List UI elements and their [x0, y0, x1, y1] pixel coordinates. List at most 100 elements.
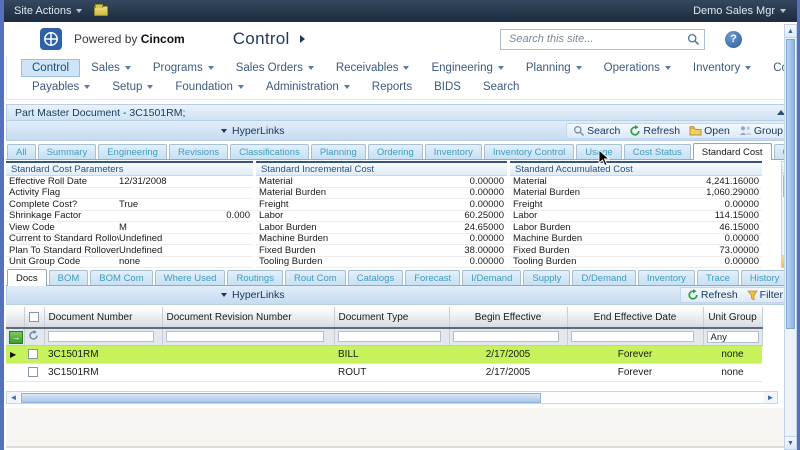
tab-all[interactable]: All	[7, 144, 36, 159]
tab-i-demand[interactable]: I/Demand	[462, 270, 521, 285]
hyperlinks-toggle[interactable]: HyperLinks	[221, 125, 285, 137]
button-label: Refresh	[701, 289, 738, 301]
tab-standard-cost[interactable]: Standard Cost	[693, 143, 772, 160]
filter-button[interactable]: Filter	[747, 289, 783, 301]
open-button[interactable]: Open	[689, 125, 730, 137]
tab-where-used[interactable]: Where Used	[155, 270, 226, 285]
scrollbar-thumb[interactable]	[21, 393, 541, 403]
menu-item-programs[interactable]: Programs	[142, 59, 225, 77]
menu-item-bids[interactable]: BIDS	[423, 78, 472, 96]
filter-input-document-number[interactable]	[48, 331, 155, 342]
help-icon[interactable]: ?	[725, 31, 742, 48]
horizontal-scrollbar-wrap: ◄ ►	[6, 391, 794, 404]
table-row[interactable]: 3C1501RMROUT2/17/2005Forevernone	[6, 364, 762, 382]
tab-revisions[interactable]: Revisions	[169, 144, 228, 159]
field-row: Tooling Burden0.00000	[256, 257, 507, 269]
refresh-icon	[687, 289, 699, 301]
page-scrollbar[interactable]: ▲ ▼	[784, 24, 797, 450]
chevron-down-icon	[308, 66, 314, 70]
horizontal-scrollbar[interactable]: ◄ ►	[6, 391, 778, 404]
field-row: Freight0.00000	[510, 199, 762, 211]
tab-forecast[interactable]: Forecast	[405, 270, 460, 285]
row-checkbox[interactable]	[28, 349, 38, 359]
menu-item-administration[interactable]: Administration	[255, 78, 361, 96]
menu-item-foundation[interactable]: Foundation	[164, 78, 255, 96]
tab-planning[interactable]: Planning	[311, 144, 366, 159]
search-input[interactable]	[507, 32, 687, 46]
scroll-right-icon[interactable]: ►	[764, 392, 777, 403]
menu-item-operations[interactable]: Operations	[593, 59, 682, 77]
search-button[interactable]: Search	[573, 125, 620, 137]
menu-item-payables[interactable]: Payables	[21, 78, 101, 96]
tab-catalogs[interactable]: Catalogs	[348, 270, 404, 285]
menu-item-control[interactable]: Control	[21, 59, 80, 77]
chevron-down-icon	[147, 85, 153, 89]
scroll-left-icon[interactable]: ◄	[7, 392, 20, 403]
column-header-document-revision-number[interactable]: Document Revision Number	[162, 307, 334, 328]
menu-item-receivables[interactable]: Receivables	[325, 59, 421, 77]
part-master-document-bar[interactable]: Part Master Document - 3C1501RM;	[6, 104, 794, 121]
filter-input-document-type[interactable]	[338, 331, 442, 342]
tab-routings[interactable]: Routings	[227, 270, 283, 285]
tab-trace[interactable]: Trace	[697, 270, 739, 285]
refresh-button[interactable]: Refresh	[687, 289, 738, 301]
chevron-down-icon	[84, 85, 90, 89]
chevron-down-icon	[125, 66, 131, 70]
tab-d-demand[interactable]: D/Demand	[572, 270, 635, 285]
menu-item-reports[interactable]: Reports	[361, 78, 423, 96]
menu-item-engineering[interactable]: Engineering	[420, 59, 514, 77]
menu-item-sales[interactable]: Sales	[80, 59, 142, 77]
scrollbar-thumb[interactable]	[786, 39, 795, 329]
row-selector-cell[interactable]	[6, 364, 24, 382]
scroll-up-icon[interactable]: ▲	[785, 25, 796, 38]
column-header-document-type[interactable]: Document Type	[334, 307, 449, 328]
tab-supply[interactable]: Supply	[523, 270, 570, 285]
filter-input-end-effective-date[interactable]	[571, 331, 695, 342]
filter-input-document-revision-number[interactable]	[166, 331, 324, 342]
field-label: Shrinkage Factor	[9, 210, 119, 221]
tab-bom[interactable]: BOM	[49, 270, 89, 285]
row-checkbox[interactable]	[28, 367, 38, 377]
column-header-unit-group[interactable]: Unit Group	[703, 307, 762, 328]
table-row[interactable]: ▶3C1501RMBILL2/17/2005Forevernone	[6, 346, 762, 364]
filter-input-begin-effective[interactable]	[453, 331, 560, 342]
edit-page-folder-icon[interactable]	[94, 6, 108, 16]
clear-filter-icon[interactable]	[28, 330, 39, 341]
tab-history[interactable]: History	[741, 270, 789, 285]
tab-inventory[interactable]: Inventory	[425, 144, 482, 159]
field-row: Material0.00000	[256, 176, 507, 188]
tab-usage[interactable]: Usage	[576, 144, 621, 159]
site-actions-menu[interactable]: Site Actions	[14, 5, 108, 17]
unit-group-filter-select[interactable]: Any	[707, 331, 759, 343]
scroll-down-icon[interactable]: ▼	[785, 436, 796, 449]
panel-standard-accumulated-cost: Standard Accumulated CostMaterial4,241.1…	[510, 161, 762, 268]
tab-rout-com[interactable]: Rout Com	[285, 270, 346, 285]
user-menu[interactable]: Demo Sales Mgr	[693, 5, 786, 17]
field-row: Labor Burden24.65000	[256, 222, 507, 234]
column-header-end-effective-date[interactable]: End Effective Date	[567, 307, 703, 328]
menu-item-planning[interactable]: Planning	[515, 59, 593, 77]
menu-item-search[interactable]: Search	[472, 78, 530, 96]
hyperlinks-toggle[interactable]: HyperLinks	[221, 289, 285, 301]
tab-inventory-control[interactable]: Inventory Control	[484, 144, 574, 159]
refresh-button[interactable]: Refresh	[629, 125, 680, 137]
tab-ordering[interactable]: Ordering	[368, 144, 423, 159]
tab-engineering[interactable]: Engineering	[98, 144, 167, 159]
column-header-document-number[interactable]: Document Number	[44, 307, 162, 328]
menu-item-setup[interactable]: Setup	[101, 78, 164, 96]
search-icon[interactable]	[687, 33, 700, 46]
tab-inventory[interactable]: Inventory	[638, 270, 695, 285]
tab-docs[interactable]: Docs	[7, 269, 47, 286]
group-button[interactable]: Group	[739, 125, 783, 137]
tab-summary[interactable]: Summary	[38, 144, 97, 159]
tab-classifications[interactable]: Classifications	[230, 144, 309, 159]
tab-cost-status[interactable]: Cost Status	[624, 144, 691, 159]
menu-item-sales-orders[interactable]: Sales Orders	[225, 59, 325, 77]
filter-go-cell: →	[6, 328, 24, 346]
column-header-begin-effective[interactable]: Begin Effective	[449, 307, 567, 328]
row-selector-cell[interactable]: ▶	[6, 346, 24, 364]
tab-bom-com[interactable]: BOM Com	[90, 270, 152, 285]
menu-item-inventory[interactable]: Inventory	[682, 59, 762, 77]
select-all-checkbox[interactable]	[29, 312, 39, 322]
apply-filter-button[interactable]: →	[9, 331, 23, 344]
